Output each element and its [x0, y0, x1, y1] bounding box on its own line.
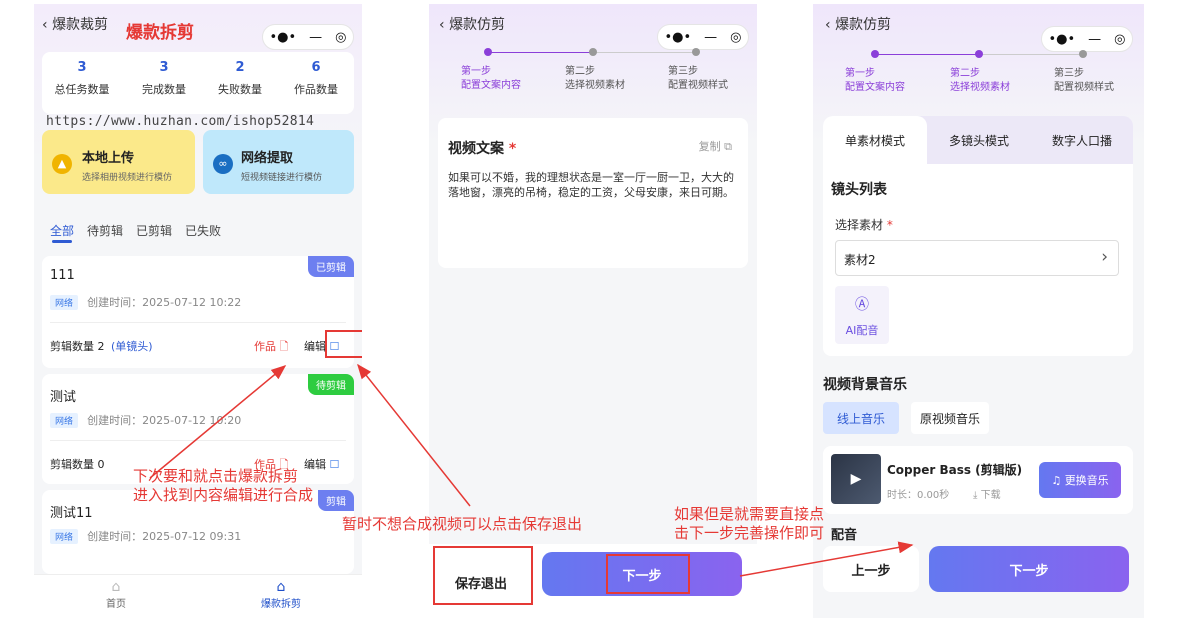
- annotation-save-hint: 暂时不想合成视频可以点击保存退出: [342, 515, 583, 533]
- annotation-next-hint: 如果但是就需要直接点 击下一步完善操作即可: [674, 505, 825, 542]
- annotation-edit-hint: 下次要和就点击爆款拆剪 进入找到内容编辑进行合成: [133, 467, 314, 504]
- annotation-arrows: [149, 363, 914, 577]
- arrow-to-edit-2: [357, 363, 471, 507]
- arrow-to-edit: [149, 365, 287, 479]
- arrow-to-next: [739, 541, 914, 577]
